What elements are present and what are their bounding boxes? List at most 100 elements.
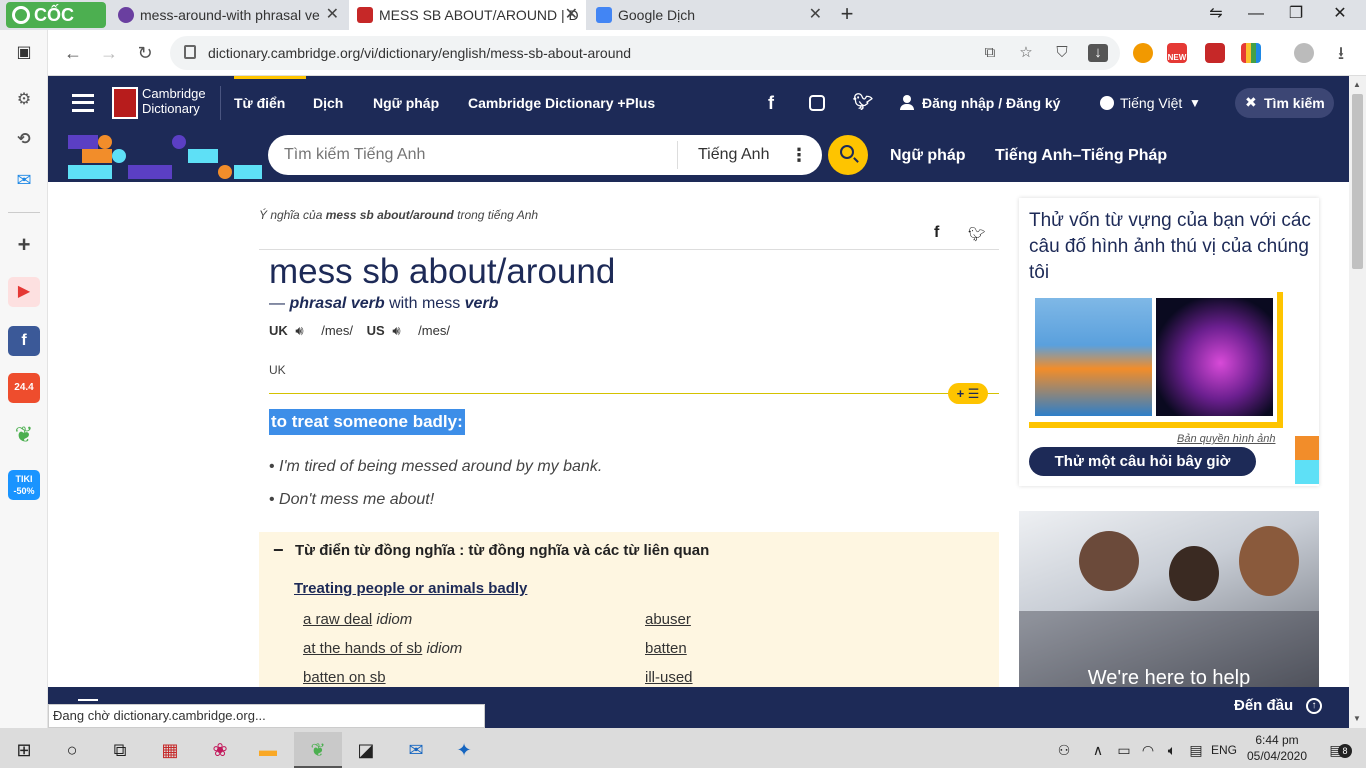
add-shortcut-icon[interactable]: +: [8, 230, 40, 260]
coccoc-taskbar-icon[interactable]: ❦: [294, 732, 342, 768]
thesaurus-item[interactable]: a raw deal idiom: [303, 611, 412, 628]
search-submit-button[interactable]: [828, 135, 868, 175]
meaning-caption: Ý nghĩa của mess sb about/around trong t…: [259, 208, 539, 222]
instagram-icon[interactable]: [809, 95, 825, 111]
cambridge-logo-text[interactable]: Cambridge Dictionary: [142, 86, 206, 116]
share-facebook-icon[interactable]: f: [934, 224, 939, 242]
windows-start-icon[interactable]: ⊞: [0, 732, 48, 768]
search-input[interactable]: [284, 135, 664, 175]
facebook-icon[interactable]: f: [768, 76, 774, 130]
color-extension-icon[interactable]: [1241, 43, 1261, 63]
close-window-icon[interactable]: ✕: [1320, 0, 1360, 30]
coccoc-leaf-icon[interactable]: ❦: [8, 420, 40, 450]
sidebar-toggle-icon[interactable]: ▣: [8, 38, 40, 68]
app-icon[interactable]: ❀: [196, 732, 244, 768]
task-view-icon[interactable]: ⧉: [96, 732, 144, 768]
close-tab-icon[interactable]: ✕: [326, 0, 339, 30]
thesaurus-subtitle[interactable]: Treating people or animals badly: [294, 580, 527, 597]
tiki-icon[interactable]: TIKI -50%: [8, 470, 40, 500]
close-tab-icon[interactable]: ✕: [809, 0, 822, 30]
download-page-icon[interactable]: ↓: [1088, 44, 1108, 62]
input-language[interactable]: ENG: [1208, 732, 1240, 768]
forward-icon[interactable]: →: [96, 40, 122, 66]
nav-plus[interactable]: Cambridge Dictionary +Plus: [468, 76, 655, 130]
new-tab-button[interactable]: +: [836, 0, 858, 30]
youtube-icon[interactable]: ▶: [8, 277, 40, 307]
scroll-thumb[interactable]: [1352, 94, 1363, 269]
share-twitter-icon[interactable]: 🐦︎: [968, 226, 986, 243]
login-link[interactable]: Đăng nhập / Đăng ký: [922, 76, 1060, 130]
hamburger-menu-icon[interactable]: [72, 94, 94, 112]
nav-translate[interactable]: Dịch: [313, 76, 343, 130]
bookmark-star-icon[interactable]: ☆: [1016, 44, 1036, 62]
thesaurus-item[interactable]: batten on sb: [303, 669, 386, 686]
file-explorer-icon[interactable]: ▬: [244, 732, 292, 768]
outlook-icon[interactable]: ✉: [392, 732, 440, 768]
notification-center-icon[interactable]: ▤ 8: [1318, 732, 1354, 768]
new-extension-icon[interactable]: NEW: [1167, 43, 1187, 63]
keyboard-icon[interactable]: ▤: [1184, 732, 1208, 768]
close-tab-icon[interactable]: ✕: [565, 0, 578, 30]
us-audio-icon[interactable]: 🔊︎: [392, 323, 400, 338]
page-scrollbar[interactable]: ▲ ▼: [1349, 76, 1366, 728]
nav-dictionary[interactable]: Từ điển: [234, 76, 285, 130]
app-icon[interactable]: ✦: [440, 732, 488, 768]
facebook-icon[interactable]: f: [8, 326, 40, 356]
search-language[interactable]: Tiếng Anh: [698, 135, 769, 175]
more-options-icon[interactable]: ⋮: [790, 135, 808, 175]
back-to-top-link[interactable]: Đến đầu: [1234, 687, 1293, 725]
address-bar[interactable]: dictionary.cambridge.org/vi/dictionary/e…: [170, 36, 1120, 70]
url-text[interactable]: dictionary.cambridge.org/vi/dictionary/e…: [208, 36, 631, 70]
app-icon[interactable]: ▦: [146, 732, 194, 768]
thesaurus-item[interactable]: abuser: [645, 611, 691, 628]
shopee-icon[interactable]: 24.4: [8, 373, 40, 403]
tab-menu-icon[interactable]: ⇋: [1196, 0, 1236, 30]
scroll-down-icon[interactable]: ▼: [1353, 714, 1361, 723]
thesaurus-title[interactable]: Từ điển từ đồng nghĩa : từ đồng nghĩa và…: [295, 542, 709, 559]
twitter-icon[interactable]: 🐦︎: [853, 76, 873, 130]
grammar-link[interactable]: Ngữ pháp: [890, 130, 966, 182]
tab-google-translate[interactable]: Google Dịch ✕: [588, 0, 830, 30]
thesaurus-item[interactable]: ill-used: [645, 669, 693, 686]
messenger-icon[interactable]: ✉: [8, 165, 40, 195]
english-french-link[interactable]: Tiếng Anh–Tiếng Pháp: [995, 130, 1167, 182]
try-quiz-button[interactable]: Thử một câu hỏi bây giờ: [1029, 447, 1256, 476]
minimize-icon[interactable]: —: [1236, 0, 1276, 30]
nav-grammar[interactable]: Ngữ pháp: [373, 76, 439, 130]
profile-avatar[interactable]: [1294, 43, 1314, 63]
downloads-icon[interactable]: ⭳: [1328, 40, 1354, 66]
scroll-up-icon[interactable]: ▲: [1353, 80, 1361, 89]
back-icon[interactable]: ←: [60, 40, 86, 66]
tray-chevron-icon[interactable]: ∧: [1086, 732, 1110, 768]
volume-icon[interactable]: 🔈︎: [1160, 732, 1184, 768]
battery-icon[interactable]: ▭: [1112, 732, 1136, 768]
people-icon[interactable]: ⚇: [1050, 732, 1078, 768]
coccoc-logo[interactable]: CỐC CỐC: [6, 2, 106, 51]
thesaurus-item[interactable]: batten: [645, 640, 687, 657]
maximize-icon[interactable]: ❐: [1276, 0, 1316, 30]
shield-icon[interactable]: ⛉: [1052, 44, 1072, 62]
history-icon[interactable]: ⟲: [8, 125, 40, 155]
uk-audio-icon[interactable]: 🔊︎: [295, 323, 303, 338]
notes-app-icon[interactable]: ◪: [342, 732, 390, 768]
clock[interactable]: 6:44 pm 05/04/2020: [1244, 732, 1310, 764]
thesaurus-item[interactable]: at the hands of sb idiom: [303, 640, 462, 657]
tab-mess-around[interactable]: mess-around-with phrasal ve ✕: [110, 0, 347, 30]
settings-gear-icon[interactable]: ⚙: [8, 85, 40, 115]
promo-images[interactable]: [1029, 292, 1283, 428]
chevron-down-icon[interactable]: ▼: [1189, 76, 1201, 130]
search-toggle-button[interactable]: ✖ Tìm kiếm: [1235, 88, 1334, 118]
add-to-list-button[interactable]: + ☰: [948, 383, 988, 404]
tab-cambridge[interactable]: MESS SB ABOUT/AROUND | Đ ✕: [349, 0, 586, 30]
arrow-up-icon[interactable]: ↑: [1306, 698, 1322, 714]
reload-icon[interactable]: ↻: [132, 40, 158, 66]
coccoc-extension-icon[interactable]: [1133, 43, 1153, 63]
advertisement[interactable]: We're here to help: [1019, 511, 1319, 687]
language-selector[interactable]: Tiếng Việt: [1120, 76, 1182, 130]
collapse-icon[interactable]: −: [273, 540, 284, 561]
translate-icon[interactable]: ⧉: [980, 44, 1000, 62]
red-extension-icon[interactable]: [1205, 43, 1225, 63]
wifi-icon[interactable]: ◠: [1136, 732, 1160, 768]
search-circle-icon[interactable]: ○: [48, 732, 96, 768]
image-credit-link[interactable]: Bản quyền hình ảnh: [1177, 433, 1275, 445]
